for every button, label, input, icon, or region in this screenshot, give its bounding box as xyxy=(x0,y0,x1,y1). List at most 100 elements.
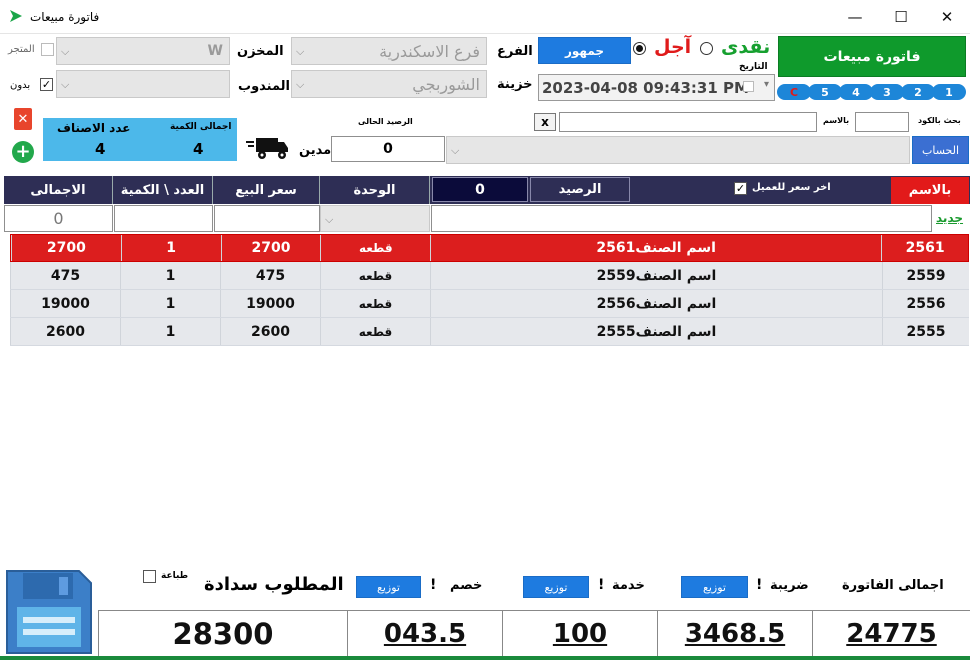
chevron-down-icon: ▾ xyxy=(763,79,769,90)
last-price-checkbox[interactable]: ✓ xyxy=(734,182,747,195)
window-title: فاتورة مبيعات xyxy=(30,10,100,24)
cell-unit: قطعه xyxy=(320,262,430,289)
invoice-total-label: اجمالى الفاتورة xyxy=(842,578,944,593)
account-select[interactable]: ⌵ xyxy=(446,136,910,164)
store-checkbox[interactable] xyxy=(41,43,54,56)
without-checkbox[interactable]: ✓ xyxy=(40,78,53,91)
clear-search-button[interactable]: x xyxy=(534,113,556,131)
cell-total: 2700 xyxy=(11,235,121,261)
discount-label: خصم xyxy=(450,578,483,593)
header-unit: الوحدة xyxy=(320,176,430,204)
table-row[interactable]: 2561 2561اسم الصنف قطعه 2700 1 2700 xyxy=(10,234,969,262)
cloud-tab-4[interactable]: 4 xyxy=(839,84,873,100)
cell-total: 19000 xyxy=(10,290,120,317)
table-row[interactable]: 2555 2555اسم الصنف قطعه 2600 1 2600 xyxy=(10,318,969,346)
store-select[interactable]: ⌵ W xyxy=(56,37,230,65)
print-checkbox[interactable] xyxy=(143,570,156,583)
cell-qty: 1 xyxy=(120,318,220,345)
summary-box: عدد الاصناف 4 اجمالى الكمية 4 xyxy=(43,118,237,161)
chevron-down-icon: ⌵ xyxy=(296,45,305,58)
delivery-truck-icon[interactable] xyxy=(246,135,288,161)
cell-name: 2561اسم الصنف xyxy=(430,235,881,261)
sales-invoice-button[interactable]: فاتورة مبيعات xyxy=(778,36,966,77)
safe-select[interactable]: ⌵ الشوربجي xyxy=(291,70,487,98)
discount-bang: ! xyxy=(430,577,437,593)
cell-code: 2559 xyxy=(882,262,969,289)
date-picker[interactable]: 2023-04-08 09:43:31 PM ▾ xyxy=(538,74,775,101)
header-balance-label: الرصيد xyxy=(530,177,630,202)
new-item-link[interactable]: جديد xyxy=(936,211,963,225)
public-customer-button[interactable]: جمهور xyxy=(538,37,631,64)
cell-price: 19000 xyxy=(220,290,320,317)
current-balance-value: 0 xyxy=(331,136,445,162)
header-balance-value: 0 xyxy=(432,177,528,202)
required-label: المطلوب سدادة xyxy=(204,574,344,595)
table-row[interactable]: 2556 2556اسم الصنف قطعه 19000 1 19000 xyxy=(10,290,969,318)
delete-icon[interactable]: ✕ xyxy=(14,108,32,130)
cell-qty: 1 xyxy=(120,262,220,289)
rep-select[interactable]: ⌵ xyxy=(56,70,230,98)
search-name-input[interactable] xyxy=(559,112,817,132)
cell-code: 2561 xyxy=(881,235,968,261)
tax-distribute-button[interactable]: توزيع xyxy=(681,576,748,598)
date-value: 2023-04-08 09:43:31 PM xyxy=(542,79,749,97)
radio-dot xyxy=(636,45,643,52)
save-icon[interactable] xyxy=(5,569,93,655)
date-checkbox[interactable] xyxy=(743,81,754,92)
deferred-radio[interactable] xyxy=(633,42,646,55)
cloud-tab-2[interactable]: 2 xyxy=(901,84,935,100)
service-label: خدمة xyxy=(612,578,645,593)
service-distribute-button[interactable]: توزيع xyxy=(523,576,589,598)
items-count-label: عدد الاصناف xyxy=(57,121,131,135)
total-qty-label: اجمالى الكمية xyxy=(170,122,232,132)
minimize-button[interactable]: — xyxy=(832,0,878,34)
cash-label: نقدى xyxy=(721,36,771,58)
cell-code: 2556 xyxy=(882,290,969,317)
service-value[interactable]: 100 xyxy=(503,610,658,656)
entry-qty-input[interactable] xyxy=(114,205,213,232)
header-qty: العدد \ الكمية xyxy=(113,176,213,204)
header-price: سعر البيع xyxy=(213,176,320,204)
search-by-code-label: بحث بالكود xyxy=(918,116,961,125)
current-balance-label: الرصيد الحالى xyxy=(358,117,413,126)
header-by-name[interactable]: بالاسم xyxy=(891,177,969,204)
maximize-button[interactable]: ☐ xyxy=(878,0,924,34)
safe-label: خزينة xyxy=(497,77,533,92)
add-icon[interactable]: + xyxy=(12,141,34,163)
last-price-label: اخر سعر للعميل xyxy=(752,182,831,193)
chevron-down-icon: ⌵ xyxy=(451,144,460,157)
table-row[interactable]: 2559 2559اسم الصنف قطعه 475 1 475 xyxy=(10,262,969,290)
by-name-label: بالاسم xyxy=(823,116,850,125)
cell-total: 475 xyxy=(10,262,120,289)
debtor-label: مدين xyxy=(299,143,332,158)
cell-name: 2559اسم الصنف xyxy=(430,262,882,289)
cell-unit: قطعه xyxy=(320,318,430,345)
branch-select[interactable]: ⌵ فرع الاسكندرية xyxy=(291,37,487,65)
branch-label: الفرع xyxy=(497,44,533,59)
cloud-tab-3[interactable]: 3 xyxy=(870,84,904,100)
entry-item-input[interactable] xyxy=(431,205,932,232)
entry-total-field[interactable]: 0 xyxy=(4,205,113,232)
store-label: المتجر xyxy=(8,44,35,55)
app-logo-icon xyxy=(10,10,22,22)
chevron-down-icon: ⌵ xyxy=(296,78,305,91)
cell-price: 2600 xyxy=(220,318,320,345)
discount-distribute-button[interactable]: توزيع xyxy=(356,576,421,598)
chevron-down-icon: ⌵ xyxy=(325,213,334,226)
entry-unit-select[interactable]: ⌵ xyxy=(320,205,430,232)
tax-value[interactable]: 3468.5 xyxy=(658,610,813,656)
cell-name: 2555اسم الصنف xyxy=(430,318,882,345)
chevron-down-icon: ⌵ xyxy=(61,45,70,58)
search-code-input[interactable] xyxy=(855,112,909,132)
cloud-tab-1[interactable]: 1 xyxy=(932,84,966,100)
cloud-tab-c[interactable]: C xyxy=(777,84,811,100)
status-strip xyxy=(0,656,970,660)
cash-radio[interactable] xyxy=(700,42,713,55)
account-button[interactable]: الحساب xyxy=(912,136,969,164)
warehouse-label: المخزن xyxy=(237,44,284,59)
entry-price-input[interactable] xyxy=(214,205,320,232)
discount-value[interactable]: 043.5 xyxy=(348,610,503,656)
total-qty-value: 4 xyxy=(193,140,204,158)
close-button[interactable]: ✕ xyxy=(924,0,970,34)
cloud-tab-5[interactable]: 5 xyxy=(808,84,842,100)
